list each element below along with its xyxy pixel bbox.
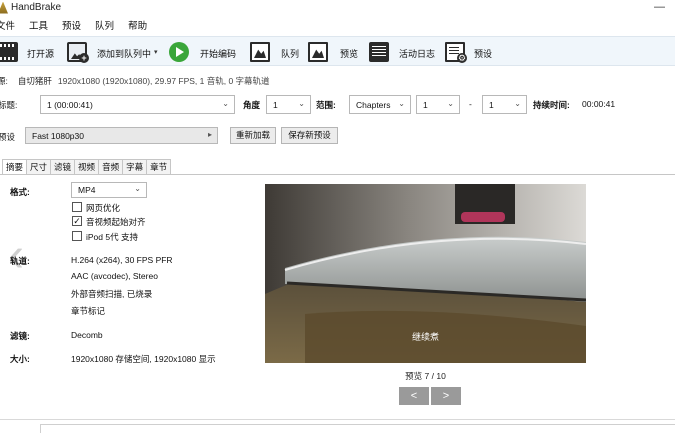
tab-filters[interactable]: 滤镜 <box>50 159 76 174</box>
save-new-preset-button[interactable]: 保存新预设 <box>281 127 338 144</box>
format-select[interactable]: MP4 ⌄ <box>71 182 147 198</box>
menu-tools[interactable]: 工具 <box>29 18 48 32</box>
source-name: 自切猪肝 <box>17 76 52 86</box>
handbrake-logo-icon <box>0 1 8 14</box>
tab-audio[interactable]: 音频 <box>98 159 124 174</box>
activity-log-icon[interactable] <box>369 42 389 62</box>
angle-label: 角度 <box>243 100 261 110</box>
chevron-down-icon: ⌄ <box>514 99 521 108</box>
toolbar: 打开源 + 添加到队列中 ▾ 开始编码 队列 预览 活动日志 ⚙ 预设 <box>0 36 675 66</box>
chevron-down-icon: ⌄ <box>298 99 305 108</box>
tab-video[interactable]: 视频 <box>74 159 100 174</box>
range-type-value: Chapters <box>356 100 391 110</box>
tab-chapters[interactable]: 章节 <box>146 159 172 174</box>
menu-queue[interactable]: 队列 <box>95 18 114 32</box>
range-type-select[interactable]: Chapters ⌄ <box>349 95 411 114</box>
format-label: 格式: <box>10 187 30 197</box>
menu-help[interactable]: 帮助 <box>128 18 147 32</box>
title-select-value: 1 (00:00:41) <box>47 100 93 110</box>
format-select-value: MP4 <box>78 185 96 195</box>
ipod-support-checkbox[interactable] <box>72 231 82 241</box>
preview-icon[interactable] <box>308 42 328 62</box>
preview-prev-button[interactable]: < <box>399 387 429 405</box>
web-optimized-label: 网页优化 <box>86 203 121 213</box>
add-to-queue-icon[interactable]: + <box>67 42 89 63</box>
preset-label: 预设 <box>0 132 16 142</box>
play-icon[interactable] <box>169 42 189 62</box>
title-label: 标题: <box>0 100 18 110</box>
duration-label: 持续时间: <box>533 100 570 110</box>
add-to-queue-button[interactable]: 添加到队列中 <box>97 47 151 60</box>
open-source-button[interactable]: 打开源 <box>27 47 54 60</box>
title-bar: HandBrake — <box>0 0 675 15</box>
preview-image: 继续煮 <box>265 184 586 363</box>
menu-presets[interactable]: 预设 <box>62 18 81 32</box>
ipod-support-label: iPod 5代 支持 <box>86 232 138 242</box>
tracks-label: 轨道: <box>10 256 30 266</box>
angle-select-value: 1 <box>273 100 278 110</box>
chevron-right-icon: ▸ <box>207 130 212 139</box>
presets-button[interactable]: 预设 <box>474 47 492 60</box>
queue-icon[interactable] <box>250 42 270 62</box>
menu-bar: 文件 工具 预设 队列 帮助 <box>0 16 159 34</box>
settings-tabs: 摘要 尺寸 滤镜 视频 音频 字幕 章节 <box>2 159 172 175</box>
size-value: 1920x1080 存储空间, 1920x1080 显示 <box>71 354 216 364</box>
queue-button[interactable]: 队列 <box>281 47 299 60</box>
size-label: 大小: <box>10 354 30 364</box>
align-av-checkbox[interactable]: ✓ <box>72 216 82 226</box>
track-line: AAC (avcodec), Stereo <box>71 271 158 281</box>
range-start-value: 1 <box>423 100 428 110</box>
activity-log-button[interactable]: 活动日志 <box>399 47 435 60</box>
track-line: H.264 (x264), 30 FPS PFR <box>71 255 173 265</box>
preset-select[interactable]: Fast 1080p30 ▸ <box>25 127 218 144</box>
range-end-select[interactable]: 1 ⌄ <box>482 95 527 114</box>
menu-file[interactable]: 文件 <box>0 18 15 32</box>
check-icon: ✓ <box>73 216 81 226</box>
bottom-panel <box>40 424 675 433</box>
add-to-queue-dropdown-icon[interactable]: ▾ <box>154 48 158 56</box>
preview-caption: 继续煮 <box>411 332 439 342</box>
preview-button[interactable]: 预览 <box>340 47 358 60</box>
chevron-down-icon: ⌄ <box>222 99 229 108</box>
range-dash: - <box>469 99 472 109</box>
presets-icon[interactable]: ⚙ <box>445 42 467 63</box>
filters-label: 滤镜: <box>10 331 30 341</box>
source-label: 源: <box>0 76 8 86</box>
window-title: HandBrake <box>11 2 62 13</box>
range-label: 范围: <box>316 100 336 110</box>
tabs-divider <box>0 174 675 175</box>
preview-counter: 预览 7 / 10 <box>405 371 446 381</box>
align-av-label: 音视频起始对齐 <box>86 217 146 227</box>
chevron-down-icon: ⌄ <box>447 99 454 108</box>
film-icon[interactable] <box>0 42 18 62</box>
tab-dimensions[interactable]: 尺寸 <box>26 159 52 174</box>
preset-select-value: Fast 1080p30 <box>32 131 84 141</box>
angle-select[interactable]: 1 ⌄ <box>266 95 311 114</box>
tab-subtitles[interactable]: 字幕 <box>122 159 148 174</box>
filters-value: Decomb <box>71 330 103 340</box>
chevron-down-icon: ⌄ <box>134 184 141 193</box>
source-info: 源: 自切猪肝 1920x1080 (1920x1080), 29.97 FPS, … <box>0 75 270 87</box>
range-start-select[interactable]: 1 ⌄ <box>416 95 460 114</box>
preview-next-button[interactable]: > <box>431 387 461 405</box>
source-details: 1920x1080 (1920x1080), 29.97 FPS, 1 音轨, … <box>57 76 270 86</box>
chevron-down-icon: ⌄ <box>398 99 405 108</box>
duration-value: 00:00:41 <box>582 99 616 109</box>
track-line: 章节标记 <box>71 306 106 316</box>
range-end-value: 1 <box>489 100 494 110</box>
divider <box>0 419 675 420</box>
web-optimized-checkbox[interactable] <box>72 202 82 212</box>
title-select[interactable]: 1 (00:00:41) ⌄ <box>40 95 235 114</box>
tab-summary[interactable]: 摘要 <box>2 159 28 175</box>
minimize-button[interactable]: — <box>654 1 665 13</box>
track-line: 外部音频扫描, 已烧录 <box>71 289 153 299</box>
reload-preset-button[interactable]: 重新加载 <box>230 127 276 144</box>
start-encode-button[interactable]: 开始编码 <box>200 47 236 60</box>
